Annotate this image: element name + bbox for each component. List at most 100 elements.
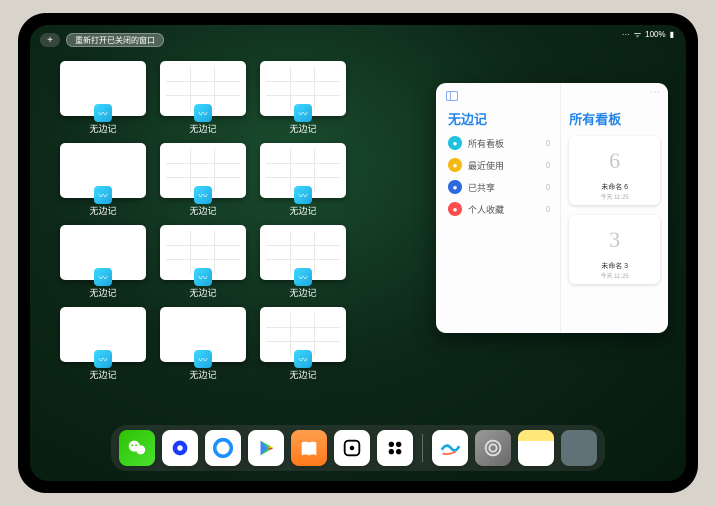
reopen-closed-window-button[interactable]: 重新打开已关闭的窗口 [66,33,164,47]
battery-icon: ▮ [670,30,674,39]
dock-app-notes[interactable] [518,430,554,466]
window-thumbnail: 〰 [160,307,246,362]
window-thumbnail: 〰 [260,61,346,116]
popup-right-title: 所有看板 [569,109,660,128]
category-icon: ● [448,136,462,150]
window-tile[interactable]: 〰无边记 [60,225,146,299]
board-preview: 3 [573,219,656,261]
freeform-app-badge-icon: 〰 [94,350,112,368]
window-label: 无边记 [89,122,116,135]
freeform-app-badge-icon: 〰 [194,186,212,204]
dock-app-mixer[interactable] [377,430,413,466]
window-thumbnail: 〰 [60,307,146,362]
freeform-app-badge-icon: 〰 [194,268,212,286]
window-tile[interactable]: 〰无边记 [260,61,346,135]
dock-app-wechat[interactable] [119,430,155,466]
board-card[interactable]: 6未命名 6今天 11:25 [569,136,660,205]
board-preview: 6 [573,140,656,182]
freeform-icon [439,437,461,459]
board-date: 今天 11:25 [601,192,629,201]
dice-icon [341,437,363,459]
dock-app-freeform[interactable] [432,430,468,466]
more-icon[interactable]: ⋯ [650,87,660,98]
window-tile[interactable]: 〰无边记 [260,225,346,299]
window-tile[interactable]: 〰无边记 [260,307,346,381]
sidebar-item-label: 所有看板 [468,137,504,150]
dock-app-playstore[interactable] [248,430,284,466]
dock-app-dice[interactable] [334,430,370,466]
board-name: 未命名 3 [601,261,628,271]
window-tile[interactable]: 〰无边记 [60,307,146,381]
sidebar-item-count: 0 [546,139,550,148]
sidebar-item-count: 0 [546,183,550,192]
mixer-icon [384,437,406,459]
sidebar-item-count: 0 [546,161,550,170]
sidebar-toggle-icon[interactable] [446,91,458,101]
window-thumbnail: 〰 [260,225,346,280]
freeform-popup: ⋯ 无边记 ●所有看板0●最近使用0●已共享0●个人收藏0 所有看板 6未命名 … [436,83,668,333]
window-thumbnail: 〰 [160,225,246,280]
popup-sidebar-title: 无边记 [448,109,550,128]
window-tile[interactable]: 〰无边记 [60,143,146,217]
screen: ··· ᯤ 100% ▮ + 重新打开已关闭的窗口 〰无边记〰无边记〰无边记〰无… [30,25,686,481]
sidebar-item[interactable]: ●个人收藏0 [448,202,550,216]
play-icon [255,437,277,459]
window-tile[interactable]: 〰无边记 [160,61,246,135]
freeform-app-badge-icon: 〰 [294,186,312,204]
window-tile[interactable]: 〰无边记 [60,61,146,135]
window-label: 无边记 [289,204,316,217]
dock [111,425,605,471]
window-thumbnail: 〰 [160,61,246,116]
freeform-app-badge-icon: 〰 [94,186,112,204]
freeform-app-badge-icon: 〰 [194,350,212,368]
ipad-device: ··· ᯤ 100% ▮ + 重新打开已关闭的窗口 〰无边记〰无边记〰无边记〰无… [18,13,698,493]
sidebar-item[interactable]: ● 所有看板 0 [448,136,550,150]
window-thumbnail: 〰 [260,307,346,362]
popup-sidebar: 无边记 ●所有看板0●最近使用0●已共享0●个人收藏0 [436,83,561,333]
dock-app-quark[interactable] [162,430,198,466]
freeform-app-badge-icon: 〰 [94,104,112,122]
dock-app-settings[interactable] [475,430,511,466]
category-icon: ● [448,158,462,172]
board-card[interactable]: 3未命名 3今天 11:25 [569,215,660,284]
wifi-icon: ᯤ [634,29,641,40]
window-thumbnail: 〰 [260,143,346,198]
sidebar-item[interactable]: ● 已共享 0 [448,180,550,194]
window-label: 无边记 [189,286,216,299]
window-label: 无边记 [189,122,216,135]
window-thumbnail: 〰 [160,143,246,198]
window-tile[interactable]: 〰无边记 [160,307,246,381]
dock-app-qqbrowser[interactable] [205,430,241,466]
freeform-app-badge-icon: 〰 [294,350,312,368]
window-thumbnail: 〰 [60,225,146,280]
sidebar-item-count: 0 [546,205,550,214]
dock-app-books[interactable] [291,430,327,466]
app-switcher-grid: 〰无边记〰无边记〰无边记〰无边记〰无边记〰无边记〰无边记〰无边记〰无边记〰无边记… [60,61,346,381]
window-label: 无边记 [189,204,216,217]
freeform-app-badge-icon: 〰 [294,104,312,122]
window-label: 无边记 [89,204,116,217]
quark-icon [169,437,191,459]
popup-boards-pane: 所有看板 6未命名 6今天 11:253未命名 3今天 11:25 [561,83,668,333]
category-icon: ● [448,180,462,194]
sidebar-item-label: 已共享 [468,181,495,194]
window-tile[interactable]: 〰无边记 [160,225,246,299]
battery-label: 100% [645,30,665,39]
window-label: 无边记 [189,368,216,381]
window-thumbnail: 〰 [60,61,146,116]
window-label: 无边记 [289,122,316,135]
freeform-app-badge-icon: 〰 [194,104,212,122]
new-window-button[interactable]: + [40,33,60,47]
dock-app-library[interactable] [561,430,597,466]
board-name: 未命名 6 [601,182,628,192]
window-label: 无边记 [89,286,116,299]
window-tile[interactable]: 〰无边记 [260,143,346,217]
sidebar-item-label: 个人收藏 [468,203,504,216]
gear-icon [482,437,504,459]
window-label: 无边记 [289,286,316,299]
window-tile[interactable]: 〰无边记 [160,143,246,217]
sidebar-item[interactable]: ●最近使用0 [448,158,550,172]
window-label: 无边记 [289,368,316,381]
freeform-app-badge-icon: 〰 [94,268,112,286]
top-controls: + 重新打开已关闭的窗口 [40,33,164,47]
